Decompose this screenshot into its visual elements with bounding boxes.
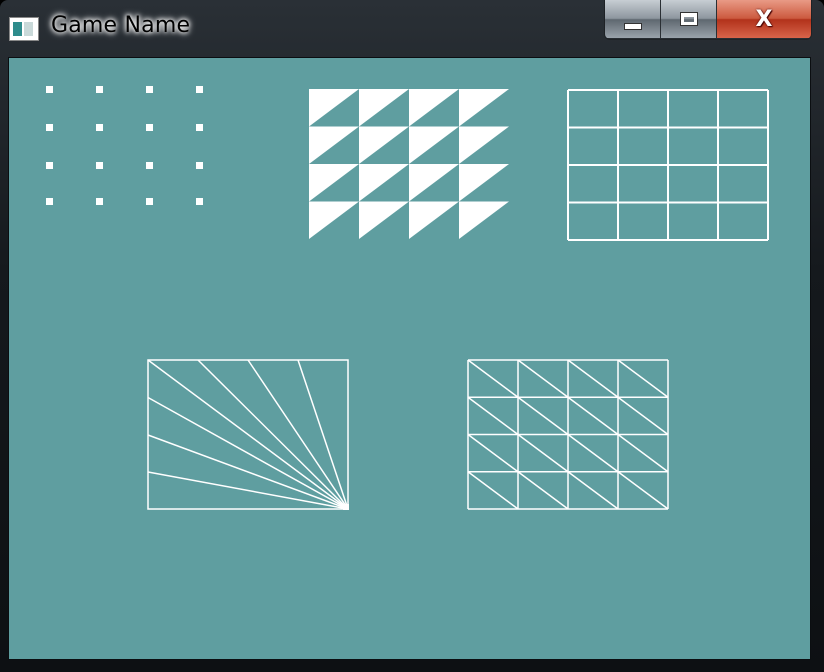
minimize-button[interactable]	[605, 0, 661, 38]
filled-triangle	[309, 201, 359, 239]
wire-diagonal	[517, 433, 569, 473]
triangle-fan-demo	[147, 359, 349, 510]
point	[146, 198, 153, 205]
line-grid-demo	[567, 89, 769, 241]
filled-triangle	[359, 126, 409, 164]
fan-ray	[147, 471, 349, 510]
wire-diagonal	[617, 471, 669, 510]
wire-diagonal	[467, 471, 519, 510]
point	[96, 162, 103, 169]
fan-ray	[147, 396, 349, 510]
title-bar[interactable]: Game Name X	[0, 0, 824, 56]
caption-buttons: X	[604, 0, 812, 40]
maximize-icon	[679, 12, 698, 26]
wire-diagonal	[517, 471, 569, 510]
filled-triangles-demo	[309, 89, 509, 239]
render-surface	[46, 86, 769, 510]
wire-diagonal	[567, 396, 619, 436]
filled-triangle	[459, 201, 509, 239]
fan-ray	[247, 359, 349, 510]
point	[146, 86, 153, 93]
wire-diagonal	[617, 359, 669, 398]
wire-diagonal	[567, 471, 619, 510]
point	[196, 124, 203, 131]
filled-triangle	[409, 89, 459, 127]
filled-triangle	[309, 164, 359, 202]
wire-diagonal	[467, 396, 519, 436]
filled-triangle	[409, 164, 459, 202]
filled-triangle	[359, 164, 409, 202]
filled-triangle	[309, 89, 359, 127]
point	[146, 162, 153, 169]
fan-ray	[297, 359, 349, 510]
window-title: Game Name	[51, 13, 191, 38]
point	[46, 86, 53, 93]
point	[196, 198, 203, 205]
point	[96, 198, 103, 205]
filled-triangle	[459, 126, 509, 164]
filled-triangle	[459, 89, 509, 127]
game-canvas[interactable]	[8, 57, 811, 660]
point	[46, 124, 53, 131]
wire-diagonal	[517, 359, 569, 398]
fan-center	[343, 504, 349, 510]
point	[196, 162, 203, 169]
wireframe-triangles-demo	[467, 359, 669, 510]
close-icon: X	[755, 6, 773, 32]
filled-triangle	[309, 126, 359, 164]
point	[46, 198, 53, 205]
filled-triangle	[359, 89, 409, 127]
app-icon[interactable]	[9, 17, 39, 41]
wire-diagonal	[567, 433, 619, 473]
fan-ray	[147, 434, 349, 510]
point	[196, 86, 203, 93]
point	[146, 124, 153, 131]
wire-diagonal	[517, 396, 569, 436]
app-window: Game Name X	[0, 0, 824, 672]
close-button[interactable]: X	[717, 0, 811, 38]
fan-ray	[147, 359, 349, 510]
wire-diagonal	[567, 359, 619, 398]
minimize-icon	[623, 22, 642, 30]
points-demo	[46, 86, 203, 205]
wire-diagonal	[617, 396, 669, 436]
maximize-button[interactable]	[661, 0, 717, 38]
filled-triangle	[459, 164, 509, 202]
point	[96, 86, 103, 93]
point	[96, 124, 103, 131]
wire-diagonal	[467, 359, 519, 398]
wire-diagonal	[617, 433, 669, 473]
fan-ray	[197, 359, 349, 510]
wire-diagonal	[467, 433, 519, 473]
filled-triangle	[359, 201, 409, 239]
point	[46, 162, 53, 169]
filled-triangle	[409, 201, 459, 239]
filled-triangle	[409, 126, 459, 164]
